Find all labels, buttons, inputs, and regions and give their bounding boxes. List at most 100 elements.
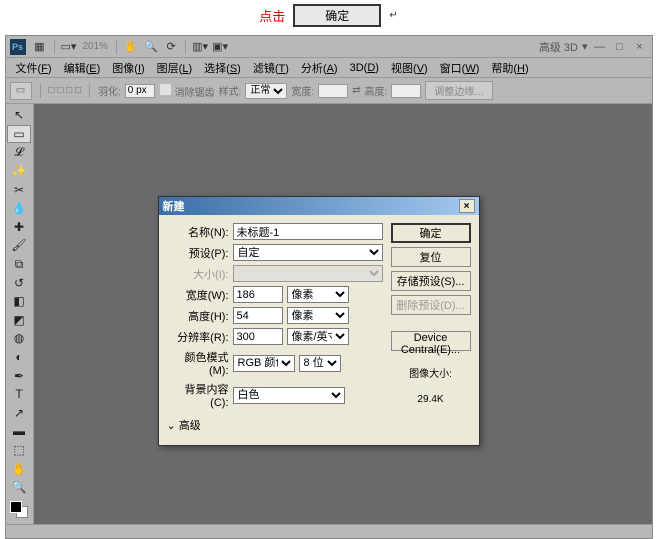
- tool-preset-icon[interactable]: ▭: [10, 82, 32, 100]
- brush-tool[interactable]: 🖌: [7, 236, 31, 255]
- width-label: 宽度(W):: [167, 287, 229, 303]
- menu-select[interactable]: 选择(S): [198, 58, 247, 78]
- preset-label: 预设(P):: [167, 245, 229, 261]
- wand-tool[interactable]: ✨: [7, 162, 31, 181]
- annotation-ok-button: 确定: [293, 4, 381, 27]
- opt-width-label: 宽度:: [291, 83, 314, 98]
- dialog-title: 新建: [163, 198, 185, 214]
- res-label: 分辨率(R):: [167, 329, 229, 345]
- path-tool[interactable]: ↗: [7, 404, 31, 423]
- bridge-icon[interactable]: ▦: [31, 39, 49, 55]
- height-unit-select[interactable]: 像素: [287, 307, 349, 324]
- 3d-tool[interactable]: ⬚: [7, 441, 31, 460]
- name-input[interactable]: [233, 223, 383, 240]
- width-input[interactable]: [233, 286, 283, 303]
- minimize-button[interactable]: —: [592, 40, 608, 54]
- gradient-tool[interactable]: ◩: [7, 311, 31, 330]
- zoom-icon[interactable]: 🔍: [142, 39, 160, 55]
- photoshop-icon: Ps: [10, 39, 26, 55]
- arrange-icon[interactable]: ▥▾: [191, 39, 209, 55]
- opt-width-input[interactable]: [318, 84, 348, 98]
- maximize-button[interactable]: □: [612, 40, 628, 54]
- save-preset-button[interactable]: 存储预设(S)...: [391, 271, 471, 291]
- chevron-icon: ⌄: [167, 420, 176, 432]
- dialog-titlebar[interactable]: 新建 ×: [159, 197, 479, 215]
- opt-height-input[interactable]: [391, 84, 421, 98]
- height-label: 高度(H):: [167, 308, 229, 324]
- shape-tool[interactable]: ▬: [7, 422, 31, 441]
- bg-select[interactable]: 白色: [233, 387, 345, 404]
- toolbox: ↖ ▭ 𝓛 ✨ ✂ 💧 ✚ 🖌 ⧉ ↺ ◧ ◩ ◍ ◐ ✒ T ↗ ▬ ⬚ ✋ …: [6, 104, 34, 524]
- zoom-tool[interactable]: 🔍: [7, 478, 31, 497]
- menu-window[interactable]: 窗口(W): [434, 58, 486, 78]
- rotate-icon[interactable]: ⟳: [162, 39, 180, 55]
- feather-label: 羽化:: [98, 83, 121, 98]
- dialog-close-button[interactable]: ×: [459, 199, 475, 213]
- history-brush-tool[interactable]: ↺: [7, 273, 31, 292]
- heal-tool[interactable]: ✚: [7, 218, 31, 237]
- width-unit-select[interactable]: 像素: [287, 286, 349, 303]
- eraser-tool[interactable]: ◧: [7, 292, 31, 311]
- size-select: [233, 265, 383, 282]
- swap-icon[interactable]: ⇄: [352, 85, 360, 96]
- res-unit-select[interactable]: 像素/英寸: [287, 328, 349, 345]
- pen-tool[interactable]: ✒: [7, 366, 31, 385]
- menu-file[interactable]: 文件(F): [10, 58, 58, 78]
- marquee-mode-group[interactable]: □ □ □ □: [49, 85, 82, 96]
- eyedropper-tool[interactable]: 💧: [7, 199, 31, 218]
- workspace-label[interactable]: 高级 3D: [539, 39, 578, 55]
- delete-preset-button: 删除预设(D)...: [391, 295, 471, 315]
- statusbar: [6, 524, 652, 538]
- hand-icon[interactable]: ✋: [122, 39, 140, 55]
- feather-input[interactable]: [125, 84, 155, 98]
- size-label: 大小(I):: [167, 266, 229, 282]
- workspace-dropdown-icon[interactable]: ▾: [582, 40, 588, 53]
- new-document-dialog: 新建 × 名称(N): 预设(P): 自定 大小(I): 宽度(W):: [158, 196, 480, 446]
- antialias-checkbox: 消除锯齿: [159, 83, 215, 99]
- advanced-toggle[interactable]: ⌄ 高级: [167, 413, 383, 437]
- res-input[interactable]: [233, 328, 283, 345]
- crop-tool[interactable]: ✂: [7, 180, 31, 199]
- preset-select[interactable]: 自定: [233, 244, 383, 261]
- bg-label: 背景内容(C):: [167, 381, 229, 409]
- zoom-dropdown-icon[interactable]: ▭▾: [60, 39, 78, 55]
- annotation-text: 点击: [259, 6, 285, 25]
- menu-layer[interactable]: 图层(L): [151, 58, 198, 78]
- move-tool[interactable]: ↖: [7, 106, 31, 125]
- menu-view[interactable]: 视图(V): [385, 58, 434, 78]
- screenmode-icon[interactable]: ▣▾: [211, 39, 229, 55]
- marquee-tool[interactable]: ▭: [7, 125, 31, 144]
- lasso-tool[interactable]: 𝓛: [7, 143, 31, 162]
- menubar: 文件(F) 编辑(E) 图像(I) 图层(L) 选择(S) 滤镜(T) 分析(A…: [6, 58, 652, 78]
- filesize-label: 图像大小:: [391, 365, 471, 380]
- style-label: 样式:: [219, 83, 242, 98]
- cursor-icon: ↵: [389, 10, 397, 21]
- menu-3d[interactable]: 3D(D): [344, 60, 385, 76]
- refine-edge-button[interactable]: 调整边缘…: [425, 81, 493, 100]
- color-swatch[interactable]: [10, 501, 28, 519]
- mode-select[interactable]: RGB 颜色: [233, 355, 295, 372]
- stamp-tool[interactable]: ⧉: [7, 255, 31, 274]
- device-central-button[interactable]: Device Central(E)...: [391, 331, 471, 351]
- zoom-percent: 201%: [83, 41, 109, 52]
- style-select[interactable]: 正常: [245, 83, 287, 99]
- height-input[interactable]: [233, 307, 283, 324]
- menu-help[interactable]: 帮助(H): [485, 58, 534, 78]
- photoshop-window: Ps ▦ ▭▾ 201% ✋ 🔍 ⟳ ▥▾ ▣▾ 高级 3D ▾ — □ × 文…: [5, 35, 653, 539]
- reset-button[interactable]: 复位: [391, 247, 471, 267]
- opt-height-label: 高度:: [365, 83, 388, 98]
- menu-image[interactable]: 图像(I): [106, 58, 150, 78]
- blur-tool[interactable]: ◍: [7, 329, 31, 348]
- dodge-tool[interactable]: ◐: [7, 348, 31, 367]
- menu-edit[interactable]: 编辑(E): [58, 58, 107, 78]
- menu-filter[interactable]: 滤镜(T): [247, 58, 295, 78]
- mode-label: 颜色模式(M):: [167, 349, 229, 377]
- type-tool[interactable]: T: [7, 385, 31, 404]
- hand-tool[interactable]: ✋: [7, 459, 31, 478]
- ok-button[interactable]: 确定: [391, 223, 471, 243]
- options-bar: ▭ □ □ □ □ 羽化: 消除锯齿 样式: 正常 宽度: ⇄ 高度: 调整边缘…: [6, 78, 652, 104]
- depth-select[interactable]: 8 位: [299, 355, 341, 372]
- menu-analysis[interactable]: 分析(A): [295, 58, 344, 78]
- titlebar: Ps ▦ ▭▾ 201% ✋ 🔍 ⟳ ▥▾ ▣▾ 高级 3D ▾ — □ ×: [6, 36, 652, 58]
- close-button[interactable]: ×: [632, 40, 648, 54]
